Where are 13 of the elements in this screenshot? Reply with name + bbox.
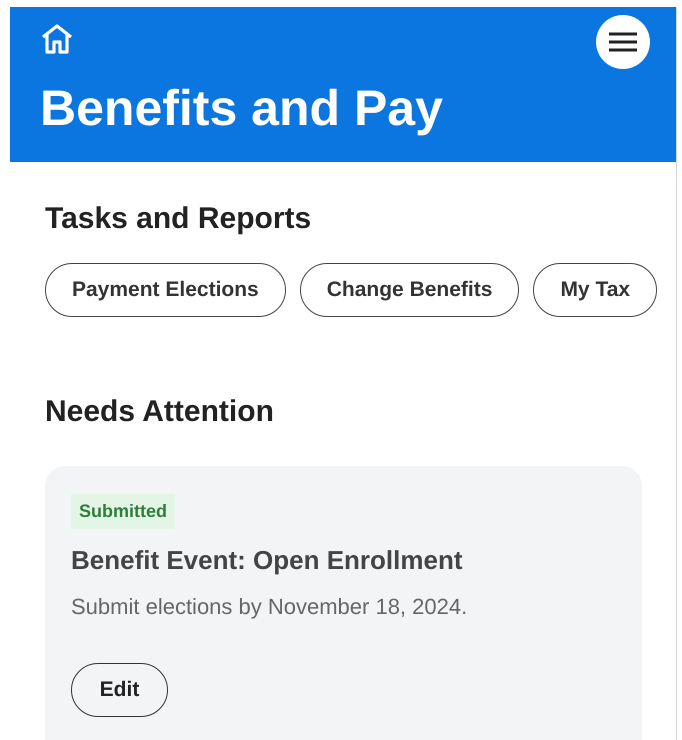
- home-icon[interactable]: [40, 23, 74, 55]
- menu-icon: [609, 32, 637, 52]
- task-chip[interactable]: My Tax: [533, 263, 658, 317]
- menu-button[interactable]: [596, 15, 650, 69]
- task-chip[interactable]: Change Benefits: [300, 263, 520, 317]
- card-subtitle: Submit elections by November 18, 2024.: [71, 593, 468, 621]
- section-heading: Needs Attention: [45, 394, 275, 430]
- edit-button[interactable]: Edit: [71, 663, 168, 717]
- card-title: Benefit Event: Open Enrollment: [71, 544, 464, 577]
- page-title: Benefits and Pay: [40, 83, 444, 133]
- task-chip[interactable]: Payment Elections: [45, 263, 286, 317]
- section-heading: Tasks and Reports: [45, 201, 312, 237]
- status-badge: Submitted: [71, 494, 175, 529]
